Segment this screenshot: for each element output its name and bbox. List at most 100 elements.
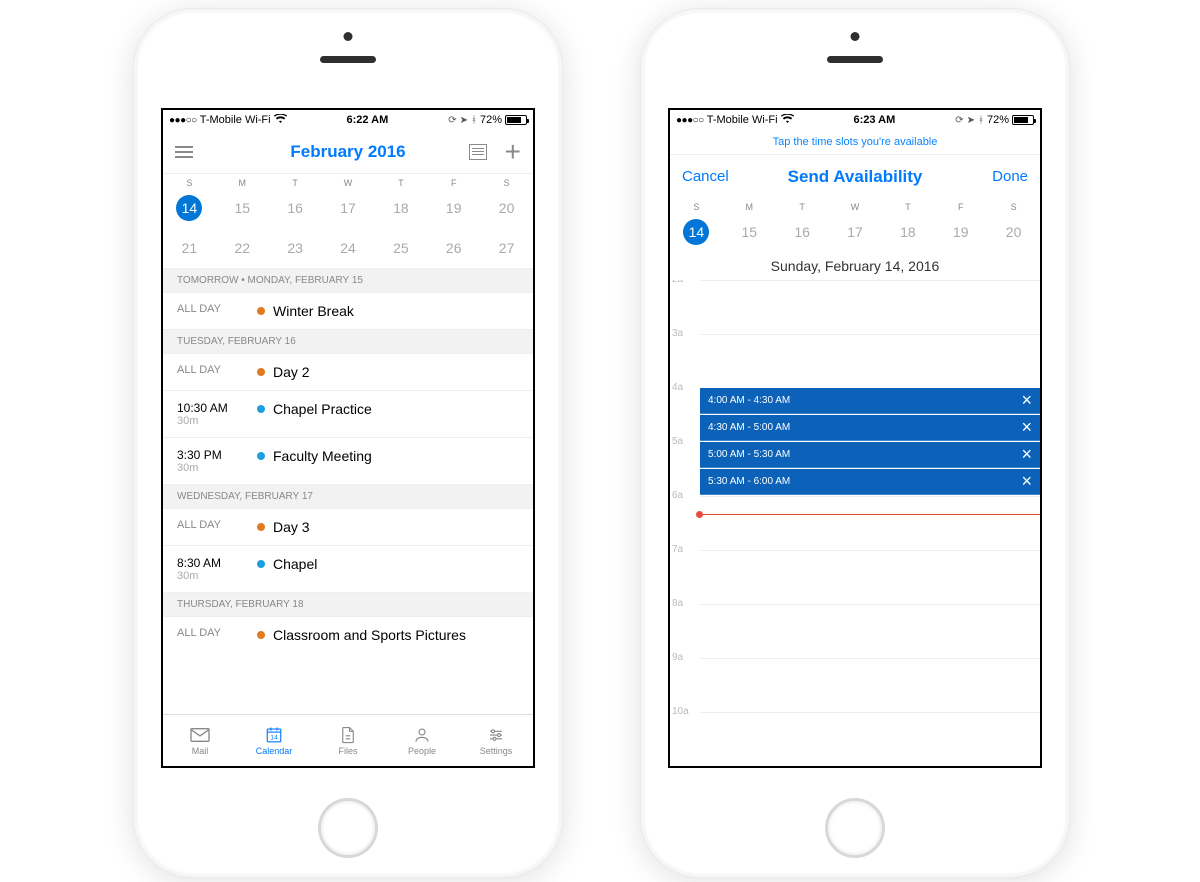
calendar-day[interactable]: 15 [216,188,269,228]
location-icon: ➤ [967,115,975,126]
svg-text:14: 14 [270,734,278,741]
calendar-day[interactable]: 26 [427,228,480,268]
carrier-label: T-Mobile Wi-Fi [707,114,778,126]
event-time: 10:30 AM [177,401,249,415]
clock-label: 6:22 AM [347,114,389,126]
cancel-button[interactable]: Cancel [682,168,729,185]
calendar-day[interactable]: 22 [216,228,269,268]
calendar-day[interactable]: 18 [374,188,427,228]
front-camera [851,32,860,41]
availability-hint: Tap the time slots you're available [670,130,1040,154]
calendar-day[interactable]: 19 [427,188,480,228]
hour-label: 10a [672,706,689,717]
calendar-day[interactable]: 20 [480,188,533,228]
location-icon: ➤ [460,115,468,126]
orientation-lock-icon: ⟳ [448,115,456,126]
calendar-icon: 14 [263,726,285,744]
calendar-day[interactable]: 23 [269,228,322,268]
tab-files[interactable]: Files [311,715,385,766]
agenda-event-row[interactable]: ALL DAYDay 3 [163,509,533,545]
remove-slot-icon[interactable]: × [1021,417,1032,438]
availability-slot[interactable]: 5:00 AM - 5:30 AM× [700,442,1040,468]
calendar-day[interactable]: 14 [163,188,216,228]
calendar-day[interactable]: 15 [723,212,776,252]
bluetooth-icon: ᚼ [471,115,477,126]
tab-label: Mail [192,746,209,756]
agenda-event-row[interactable]: ALL DAYWinter Break [163,293,533,329]
done-button[interactable]: Done [992,168,1028,185]
availability-title: Send Availability [788,167,923,187]
tab-label: Settings [480,746,513,756]
weekday-header: SMTWTFS [163,174,533,188]
screen-availability: ●●●○○ T-Mobile Wi-Fi 6:23 AM ⟳ ➤ ᚼ 72% T… [668,108,1042,768]
tab-mail[interactable]: Mail [163,715,237,766]
calendar-day[interactable]: 21 [163,228,216,268]
hour-label: 5a [672,436,683,447]
hour-label: 8a [672,598,683,609]
agenda-section-header: TUESDAY, FEBRUARY 16 [163,329,533,354]
front-camera [344,32,353,41]
agenda-event-row[interactable]: ALL DAYDay 2 [163,354,533,390]
hour-line: 8a [700,604,1040,605]
calendar-day[interactable]: 18 [881,212,934,252]
availability-slot[interactable]: 4:00 AM - 4:30 AM × [700,388,1040,414]
event-time: 3:30 PM [177,448,249,462]
home-button[interactable] [318,798,378,858]
battery-icon [505,115,527,125]
wifi-icon [781,114,794,127]
event-color-dot [257,452,265,460]
availability-slot[interactable]: 4:30 AM - 5:00 AM× [700,415,1040,441]
speaker [827,56,883,63]
current-time-indicator [700,514,1040,515]
files-icon [337,726,359,744]
event-color-dot [257,368,265,376]
settings-icon [485,726,507,744]
date-label: Sunday, February 14, 2016 [670,252,1040,280]
battery-pct: 72% [480,114,502,126]
clock-label: 6:23 AM [854,114,896,126]
remove-slot-icon[interactable]: × [1021,444,1032,465]
calendar-day[interactable]: 25 [374,228,427,268]
calendar-day[interactable]: 16 [269,188,322,228]
event-title: Chapel [273,556,317,572]
battery-pct: 72% [987,114,1009,126]
tab-settings[interactable]: Settings [459,715,533,766]
calendar-day[interactable]: 19 [934,212,987,252]
tab-label: People [408,746,436,756]
day-grid[interactable]: All... 2a3a4a5a6a7a8a9a10a4:00 AM - 4:30… [670,280,1040,766]
event-title: Classroom and Sports Pictures [273,627,466,643]
calendar-day[interactable]: 16 [776,212,829,252]
tab-label: Files [338,746,357,756]
tab-calendar[interactable]: 14Calendar [237,715,311,766]
tab-people[interactable]: People [385,715,459,766]
agenda-event-row[interactable]: 3:30 PM30mFaculty Meeting [163,437,533,484]
hour-label: 3a [672,328,683,339]
hour-line: 2a [700,280,1040,281]
remove-slot-icon[interactable]: × [1021,390,1032,411]
agenda-event-row[interactable]: 10:30 AM30mChapel Practice [163,390,533,437]
calendar-row: 14151617181920 [163,188,533,228]
home-button[interactable] [825,798,885,858]
calendar-day[interactable]: 17 [829,212,882,252]
hour-line: 9a [700,658,1040,659]
calendar-day[interactable]: 17 [322,188,375,228]
month-title[interactable]: February 2016 [290,142,405,162]
menu-button[interactable] [175,146,193,158]
agenda-event-row[interactable]: 8:30 AM30mChapel [163,545,533,592]
agenda-list[interactable]: TOMORROW • MONDAY, FEBRUARY 15ALL DAYWin… [163,268,533,714]
slot-label: 4:00 AM - 4:30 AM [708,395,790,406]
hour-label: 2a [672,280,683,285]
signal-dots: ●●●○○ [169,115,197,126]
calendar-day[interactable]: 27 [480,228,533,268]
calendar-day[interactable]: 14 [670,212,723,252]
signal-dots: ●●●○○ [676,115,704,126]
agenda-event-row[interactable]: ALL DAYClassroom and Sports Pictures [163,617,533,653]
orientation-lock-icon: ⟳ [955,115,963,126]
event-color-dot [257,560,265,568]
calendar-day[interactable]: 20 [987,212,1040,252]
new-event-button[interactable]: + [505,143,521,161]
availability-slot[interactable]: 5:30 AM - 6:00 AM× [700,469,1040,495]
remove-slot-icon[interactable]: × [1021,471,1032,492]
calendar-day[interactable]: 24 [322,228,375,268]
view-toggle-button[interactable] [469,144,487,160]
